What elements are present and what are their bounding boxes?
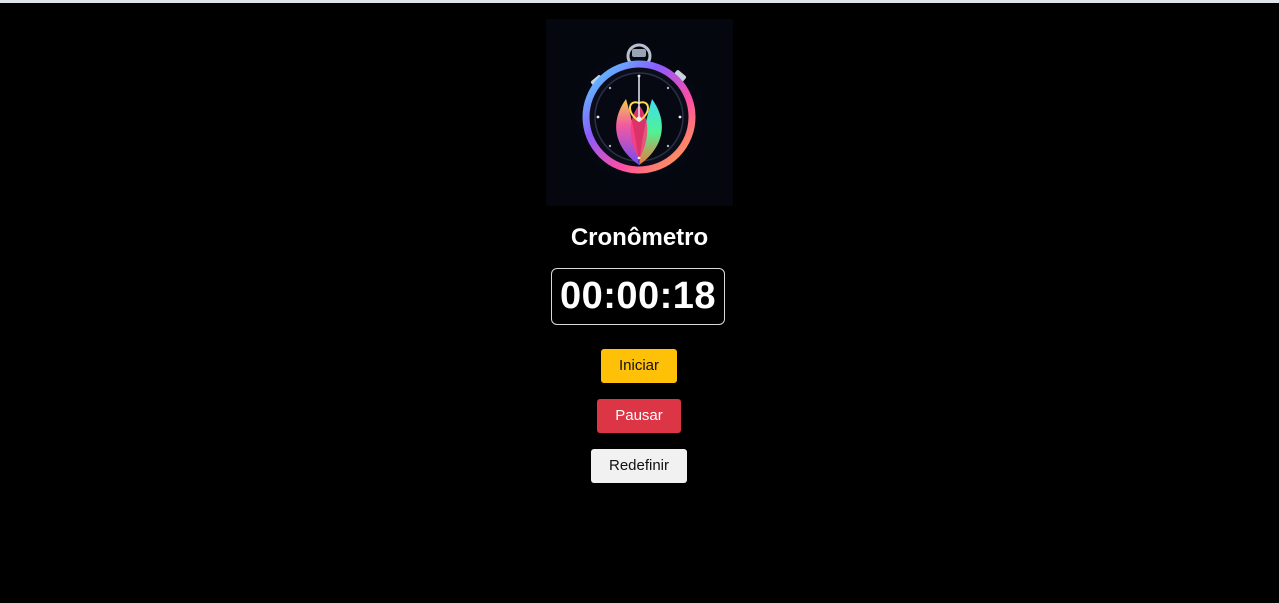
reset-button[interactable]: Redefinir (591, 449, 687, 483)
page-title: Cronômetro (570, 224, 709, 251)
timer-value: 00:00:18 (559, 275, 717, 317)
stopwatch-page: Cronômetro 00:00:18 Iniciar Pausar Redef… (0, 3, 1279, 603)
stopwatch-icon (546, 19, 733, 206)
timer-display: 00:00:18 (551, 268, 725, 325)
stopwatch-logo-image (546, 19, 733, 206)
start-button[interactable]: Iniciar (601, 349, 677, 383)
pause-button[interactable]: Pausar (597, 399, 681, 433)
